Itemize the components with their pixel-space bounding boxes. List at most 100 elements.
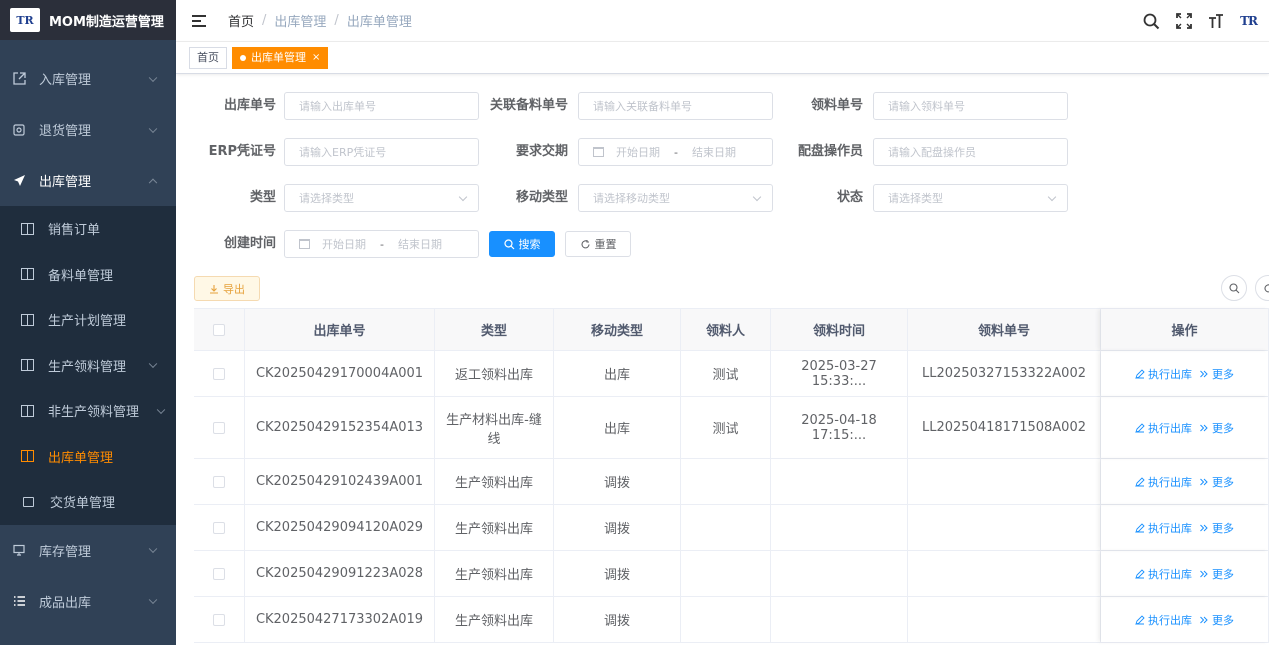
sidebar-item-prep-order[interactable]: 备料单管理 bbox=[0, 252, 176, 298]
edit-icon bbox=[1135, 522, 1145, 533]
fullscreen-icon[interactable] bbox=[1176, 13, 1192, 29]
sidebar-item-finished-outbound[interactable]: 成品出库 bbox=[0, 576, 176, 627]
sidebar-item-label: 非生产领料管理 bbox=[48, 405, 140, 421]
refresh-button[interactable] bbox=[1255, 275, 1269, 301]
table-row[interactable]: CK20250429094120A029 生产领料出库 调拨 执行出库 更多 bbox=[194, 505, 1269, 551]
cell-type: 生产领料出库 bbox=[435, 505, 554, 550]
type-label: 类型 bbox=[249, 190, 276, 205]
cell-pick-no bbox=[908, 505, 1101, 550]
erp-label: ERP凭证号 bbox=[208, 144, 276, 159]
sidebar-item-production-plan[interactable]: 生产计划管理 bbox=[0, 297, 176, 343]
book-icon bbox=[21, 450, 34, 463]
cell-picker bbox=[681, 505, 771, 550]
sidebar-item-production-picking[interactable]: 生产领料管理 bbox=[0, 343, 176, 389]
pick-no-input[interactable]: 请输入领料单号 bbox=[873, 92, 1068, 120]
edit-icon bbox=[1135, 614, 1145, 625]
breadcrumb-home[interactable]: 首页 bbox=[228, 11, 254, 30]
select-all-checkbox[interactable] bbox=[213, 323, 225, 336]
external-link-icon bbox=[12, 72, 26, 86]
table-row[interactable]: CK20250429091223A028 生产领料出库 调拨 执行出库 更多 bbox=[194, 551, 1269, 597]
more-link[interactable]: 更多 bbox=[1199, 474, 1234, 490]
sidebar-item-outbound[interactable]: 出库管理 bbox=[0, 155, 176, 206]
header-type[interactable]: 类型 bbox=[435, 309, 554, 350]
more-link[interactable]: 更多 bbox=[1199, 520, 1234, 536]
sidebar-item-outbound-order[interactable]: 出库单管理 bbox=[0, 434, 176, 480]
cell-out-no: CK20250429170004A001 bbox=[245, 351, 435, 396]
reset-button[interactable]: 重置 bbox=[565, 231, 631, 257]
row-checkbox[interactable] bbox=[213, 475, 225, 488]
app-logo[interactable]: TR MOM制造运营管理 bbox=[0, 0, 176, 40]
sidebar-item-inventory[interactable]: 库存管理 bbox=[0, 525, 176, 576]
more-link[interactable]: 更多 bbox=[1199, 612, 1234, 628]
header-out-no[interactable]: 出库单号 bbox=[245, 309, 435, 350]
more-link[interactable]: 更多 bbox=[1199, 420, 1234, 436]
status-select[interactable]: 请选择类型 bbox=[873, 184, 1068, 212]
execute-outbound-link[interactable]: 执行出库 bbox=[1135, 474, 1192, 490]
row-checkbox[interactable] bbox=[213, 367, 225, 380]
row-checkbox[interactable] bbox=[213, 521, 225, 534]
sidebar-item-returns[interactable]: 退货管理 bbox=[0, 104, 176, 155]
outbound-table: 出库单号 类型 移动类型 领料人 领料时间 领料单号 操作 CK20250429… bbox=[194, 308, 1269, 643]
cell-move-type: 出库 bbox=[554, 397, 681, 458]
search-button[interactable]: 搜索 bbox=[489, 231, 555, 257]
out-no-label: 出库单号 bbox=[223, 98, 276, 113]
user-avatar[interactable]: TR bbox=[1240, 14, 1258, 28]
menu-toggle-icon[interactable] bbox=[192, 14, 206, 27]
cell-picker: 测试 bbox=[681, 397, 771, 458]
sidebar-item-inbound[interactable]: 入库管理 bbox=[0, 53, 176, 104]
row-checkbox[interactable] bbox=[213, 613, 225, 626]
chevron-down-icon bbox=[1047, 192, 1057, 202]
row-checkbox[interactable] bbox=[213, 421, 225, 434]
toggle-search-button[interactable] bbox=[1221, 275, 1247, 301]
cell-picker bbox=[681, 597, 771, 642]
created-date-range[interactable]: 开始日期 - 结束日期 bbox=[284, 230, 479, 258]
execute-outbound-link[interactable]: 执行出库 bbox=[1135, 612, 1192, 628]
row-actions: 执行出库 更多 bbox=[1135, 566, 1234, 582]
execute-outbound-link[interactable]: 执行出库 bbox=[1135, 566, 1192, 582]
calendar-icon bbox=[299, 239, 310, 249]
export-button[interactable]: 导出 bbox=[194, 276, 260, 301]
table-row[interactable]: CK20250429170004A001 返工领料出库 出库 测试 2025-03-27… bbox=[194, 351, 1269, 397]
move-type-select[interactable]: 请选择移动类型 bbox=[578, 184, 773, 212]
table-row[interactable]: CK20250429152354A013 生产材料出库-缝线 出库 测试 2025-04… bbox=[194, 397, 1269, 459]
tag-home[interactable]: 首页 bbox=[189, 46, 227, 69]
cell-picker: 测试 bbox=[681, 351, 771, 396]
edit-icon bbox=[1135, 422, 1145, 433]
operator-label: 配盘操作员 bbox=[797, 144, 863, 159]
operator-input[interactable]: 请输入配盘操作员 bbox=[873, 138, 1068, 166]
calendar-icon bbox=[593, 147, 604, 157]
search-icon[interactable] bbox=[1143, 13, 1160, 30]
cell-move-type: 调拨 bbox=[554, 551, 681, 596]
table-row[interactable]: CK20250429102439A001 生产领料出库 调拨 执行出库 更多 bbox=[194, 459, 1269, 505]
execute-outbound-link[interactable]: 执行出库 bbox=[1135, 520, 1192, 536]
type-select[interactable]: 请选择类型 bbox=[284, 184, 479, 212]
more-link[interactable]: 更多 bbox=[1199, 566, 1234, 582]
header-move-type[interactable]: 移动类型 bbox=[554, 309, 681, 350]
double-chevron-right-icon bbox=[1200, 616, 1208, 623]
prep-no-input[interactable]: 请输入关联备料单号 bbox=[578, 92, 773, 120]
sidebar-item-delivery-order[interactable]: 交货单管理 bbox=[0, 479, 176, 525]
cell-actions: 执行出库 更多 bbox=[1101, 551, 1269, 596]
execute-outbound-link[interactable]: 执行出库 bbox=[1135, 366, 1192, 382]
sidebar-item-nonproduction-picking[interactable]: 非生产领料管理 bbox=[0, 388, 176, 434]
out-no-input[interactable]: 请输入出库单号 bbox=[284, 92, 479, 120]
status-label: 状态 bbox=[836, 190, 863, 205]
table-header-row: 出库单号 类型 移动类型 领料人 领料时间 领料单号 操作 bbox=[194, 309, 1269, 351]
erp-input[interactable]: 请输入ERP凭证号 bbox=[284, 138, 479, 166]
close-icon[interactable]: × bbox=[312, 48, 320, 68]
header-pick-time[interactable]: 领料时间 bbox=[771, 309, 908, 350]
more-link[interactable]: 更多 bbox=[1199, 366, 1234, 382]
document-icon bbox=[23, 496, 34, 507]
header-picker[interactable]: 领料人 bbox=[681, 309, 771, 350]
req-date-range[interactable]: 开始日期 - 结束日期 bbox=[578, 138, 773, 166]
cell-pick-no: LL20250418171508A002 bbox=[908, 397, 1101, 458]
sidebar-item-sales-order[interactable]: 销售订单 bbox=[0, 206, 176, 252]
tag-outbound-order[interactable]: 出库单管理 × bbox=[232, 46, 329, 69]
table-row[interactable]: CK20250427173302A019 生产领料出库 调拨 执行出库 更多 bbox=[194, 597, 1269, 643]
cell-actions: 执行出库 更多 bbox=[1101, 597, 1269, 642]
execute-outbound-link[interactable]: 执行出库 bbox=[1135, 420, 1192, 436]
row-checkbox[interactable] bbox=[213, 567, 225, 580]
font-size-icon[interactable] bbox=[1208, 13, 1224, 29]
header-pick-no[interactable]: 领料单号 bbox=[908, 309, 1101, 350]
table-body: CK20250429170004A001 返工领料出库 出库 测试 2025-03-27… bbox=[194, 351, 1269, 643]
